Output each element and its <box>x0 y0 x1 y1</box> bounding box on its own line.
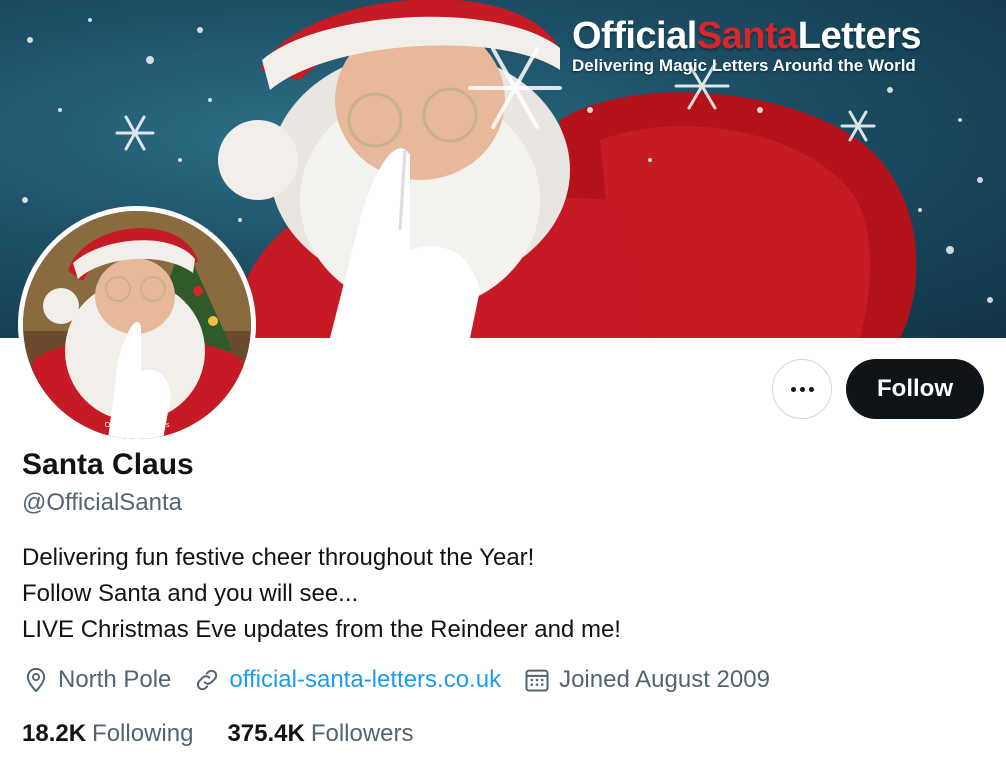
brand-logo: OfficialSantaLetters Delivering Magic Le… <box>572 14 962 76</box>
website-link[interactable]: official-santa-letters.co.uk <box>229 666 501 694</box>
svg-text:Official Santa Letters: Official Santa Letters <box>105 422 170 429</box>
website-item: official-santa-letters.co.uk <box>193 666 501 694</box>
location-text: North Pole <box>58 666 172 693</box>
followers-count: 375.4K <box>227 720 305 747</box>
brand-tagline: Delivering Magic Letters Around the Worl… <box>572 56 916 75</box>
follow-button[interactable]: Follow <box>846 359 984 419</box>
joined-text: Joined August 2009 <box>559 666 770 693</box>
bio-line: Follow Santa and you will see... <box>22 580 359 607</box>
calendar-icon <box>525 669 549 692</box>
location-pin-icon <box>26 667 46 693</box>
profile-meta: North Pole official-santa-letters.co.uk … <box>22 660 792 700</box>
user-handle: @OfficialSanta <box>22 489 182 516</box>
more-horizontal-icon <box>790 386 814 392</box>
following-link[interactable]: 18.2K Following <box>22 720 193 748</box>
display-name: Santa Claus <box>22 448 194 481</box>
more-options-button[interactable] <box>772 359 832 419</box>
bio-line: Delivering fun festive cheer throughout … <box>22 544 535 571</box>
bio-line: LIVE Christmas Eve updates from the Rein… <box>22 616 621 643</box>
followers-label: Followers <box>310 720 414 747</box>
brand-title: OfficialSantaLetters <box>572 15 922 57</box>
following-label: Following <box>92 720 194 747</box>
link-icon <box>197 669 218 691</box>
following-count: 18.2K <box>22 720 87 747</box>
profile-bio: Delivering fun festive cheer throughout … <box>22 540 621 648</box>
followers-link[interactable]: 375.4K Followers <box>227 720 413 748</box>
joined-item: Joined August 2009 <box>523 666 770 694</box>
location-item: North Pole <box>22 666 171 694</box>
avatar-image: Official Santa Letters <box>23 211 251 439</box>
profile-stats: 18.2K Following 375.4K Followers <box>22 714 448 754</box>
profile-avatar[interactable]: Official Santa Letters <box>18 206 256 444</box>
